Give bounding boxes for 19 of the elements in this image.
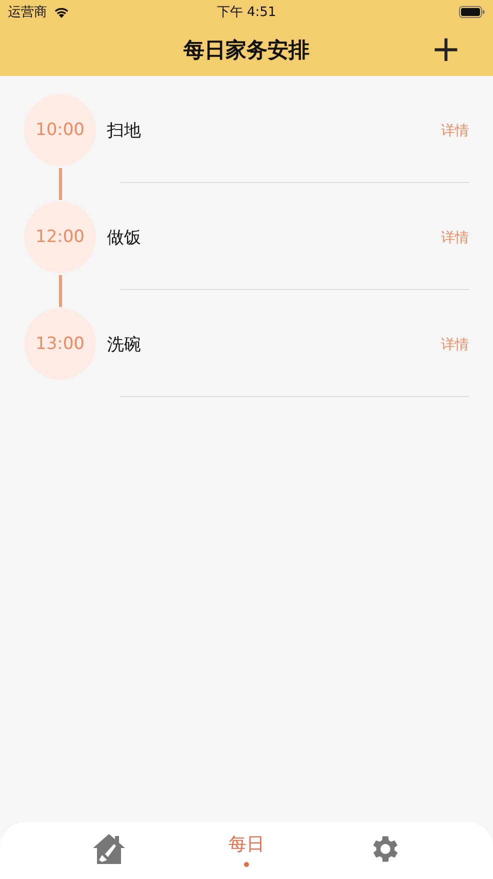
details-link[interactable]: 详情 — [441, 229, 469, 247]
task-name: 扫地 — [107, 120, 141, 142]
time-badge: 10:00 — [24, 94, 96, 166]
timeline-connector — [58, 168, 62, 200]
battery-icon — [459, 6, 485, 18]
active-dot — [244, 862, 249, 867]
wifi-icon — [53, 6, 70, 18]
task-name: 做饭 — [107, 227, 141, 249]
time-badge: 12:00 — [24, 201, 96, 273]
timeline-connector — [58, 275, 62, 307]
add-button[interactable]: + — [426, 32, 465, 68]
carrier-name: 运营商 — [8, 4, 47, 21]
task-name: 洗碗 — [107, 334, 141, 356]
time-badge: 13:00 — [24, 308, 96, 380]
daily-tab[interactable]: 每日 — [216, 832, 276, 867]
details-link[interactable]: 详情 — [441, 336, 469, 354]
status-time: 下午 4:51 — [216, 4, 276, 21]
details-link[interactable]: 详情 — [441, 122, 469, 140]
page-title: 每日家务安排 — [184, 37, 310, 64]
